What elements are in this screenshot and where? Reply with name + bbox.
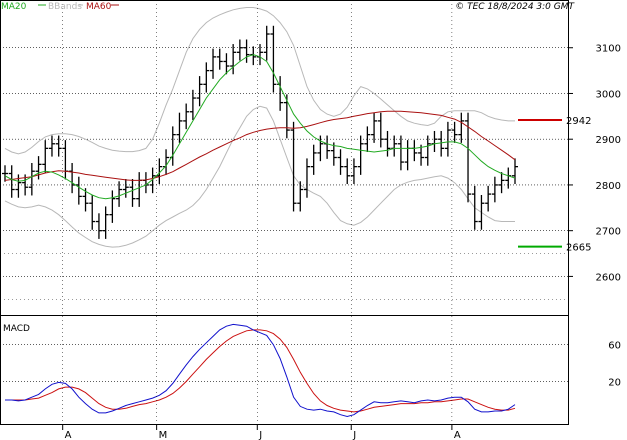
moving-averages: [4, 54, 516, 200]
legend-ma20: MA20: [1, 2, 27, 12]
price-tick-label: 2600: [596, 272, 621, 283]
price-bars: [2, 25, 518, 239]
macd-axis-ticks: 60 20: [608, 341, 621, 389]
support-level-label: 2665: [566, 243, 591, 254]
price-tick-label: 3000: [596, 89, 621, 100]
x-axis-ticks: AMJJA: [62, 0, 461, 440]
bband-lower-line: [4, 105, 515, 248]
ma60-line: [4, 110, 516, 181]
legend-ma60: MA60: [86, 2, 112, 12]
price-tick-label: 2800: [596, 181, 621, 192]
macd-lines: [5, 323, 516, 418]
chart-canvas: 2942 2665 3100 3000 2900 2800 2700 2600 60 20 A…: [0, 0, 621, 440]
bband-upper-line: [4, 7, 515, 155]
x-tick-label: M: [159, 430, 168, 440]
macd-line: [5, 323, 516, 418]
macd-panel-label: MACD: [3, 324, 30, 334]
x-tick-label: A: [454, 430, 461, 440]
price-levels: 2942 2665: [518, 116, 591, 254]
stock-chart: 2942 2665 3100 3000 2900 2800 2700 2600 60 20 A…: [0, 0, 627, 440]
x-tick-label: J: [352, 430, 356, 440]
legend-bbands: BBands: [48, 2, 82, 12]
price-tick-label: 2900: [596, 135, 621, 146]
macd-gridlines: [0, 344, 568, 382]
x-tick-label: A: [65, 430, 72, 440]
copyright-text: © TEC 18/8/2024 3:0 GMT: [455, 2, 575, 12]
x-tick-label: J: [258, 430, 262, 440]
ma20-line: [4, 54, 516, 200]
price-tick-label: 2700: [596, 227, 621, 238]
macd-tick-label: 60: [608, 341, 621, 352]
bollinger-bands: [4, 7, 515, 248]
price-tick-label: 3100: [596, 44, 621, 55]
macd-tick-label: 20: [608, 378, 621, 389]
price-gridlines: [0, 47, 568, 300]
resistance-level-label: 2942: [566, 116, 591, 127]
